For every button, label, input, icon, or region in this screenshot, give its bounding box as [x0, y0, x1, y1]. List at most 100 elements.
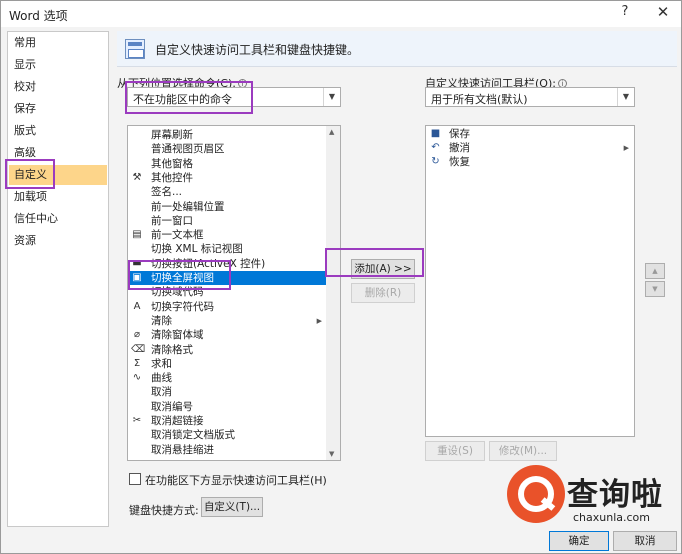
command-icon — [131, 444, 143, 456]
command-item[interactable]: 清除 ▶ — [129, 314, 326, 328]
command-icon — [131, 429, 143, 441]
show-below-ribbon-label: 在功能区下方显示快速访问工具栏(H) — [145, 474, 327, 487]
command-item[interactable]: 切换域代码 — [129, 285, 326, 299]
qat-item-label: 保存 — [449, 128, 470, 140]
qat-list[interactable]: ■ 保存 ↶ 撤消 ▶ ↻ 恢复 — [425, 125, 635, 437]
command-label: 签名... — [151, 186, 183, 199]
command-item[interactable]: 取消悬挂缩进 — [129, 443, 326, 457]
command-item[interactable]: ▣ 切换全屏视图 — [129, 271, 326, 285]
nav-item-3[interactable]: 保存 — [9, 99, 107, 119]
command-icon: ⌀ — [133, 329, 141, 341]
nav-item-9[interactable]: 资源 — [9, 231, 107, 251]
command-icon — [131, 386, 143, 398]
nav-item-7[interactable]: 加载项 — [9, 187, 107, 207]
command-icon — [131, 286, 143, 298]
command-label: 前一文本框 — [151, 229, 204, 242]
command-item[interactable]: ⌀ 清除窗体域 — [129, 328, 326, 342]
command-item[interactable]: 签名... — [129, 185, 326, 199]
remove-button[interactable]: 删除(R) — [351, 283, 415, 303]
watermark-logo: 查询啦 chaxunla.com — [505, 463, 677, 543]
command-label: 普通视图页眉区 — [151, 143, 225, 156]
qat-scope-combo[interactable]: 用于所有文档(默认) ▼ — [425, 87, 635, 107]
qat-item[interactable]: ↶ 撤消 ▶ — [427, 141, 633, 155]
command-item[interactable]: 切换 XML 标记视图 — [129, 242, 326, 256]
commands-list[interactable]: ▲ ▼ 屏幕刷新普通视图页眉区 其他窗格 ⚒ 其他控件 签名... 前一处编辑位置 前一窗口… — [127, 125, 341, 461]
chevron-down-icon[interactable]: ▼ — [323, 88, 340, 106]
command-label: 屏幕刷新 — [151, 129, 193, 141]
nav-item-1[interactable]: 显示 — [9, 55, 107, 75]
command-icon: Σ — [133, 357, 141, 369]
command-icon: ▬ — [132, 257, 142, 269]
modify-button[interactable]: 修改(M)... — [489, 441, 557, 461]
command-item[interactable]: ✂ 取消超链接 — [129, 414, 326, 428]
commands-scrollbar[interactable]: ▲ ▼ — [326, 126, 340, 460]
command-item[interactable]: 前一窗口 — [129, 214, 326, 228]
command-icon — [131, 186, 143, 198]
magnifier-logo-icon — [507, 465, 565, 523]
command-label: 取消悬挂缩进 — [151, 443, 214, 456]
qat-item[interactable]: ↻ 恢复 — [427, 155, 633, 169]
show-below-ribbon-checkbox[interactable] — [129, 473, 141, 485]
command-item[interactable]: 取消编号 — [129, 400, 326, 414]
command-icon: ▤ — [132, 229, 142, 241]
command-item[interactable]: ▤ 前一文本框 — [129, 228, 326, 242]
move-up-button[interactable]: ▲ — [645, 263, 665, 279]
command-item[interactable]: 其他窗格 — [129, 157, 326, 171]
dialog-title: Word 选项 — [9, 9, 68, 23]
command-item[interactable]: A 切换字符代码 — [129, 300, 326, 314]
customize-shortcuts-button[interactable]: 自定义(T)... — [201, 497, 263, 517]
arrow-down-icon: ▼ — [652, 285, 658, 293]
scroll-down-icon[interactable]: ▼ — [329, 450, 334, 458]
qat-item-label: 恢复 — [449, 156, 470, 168]
command-item[interactable]: ▬ 切换按钮(ActiveX 控件) — [129, 257, 326, 271]
command-item[interactable]: 屏幕刷新 — [129, 128, 326, 142]
nav-item-0[interactable]: 常用 — [9, 33, 107, 53]
options-nav: 常用 显示 校对 保存 版式 高级 自定义 加载项 信任中心 资源 — [7, 31, 109, 527]
choose-commands-value: 不在功能区中的命令 — [133, 93, 232, 106]
command-item[interactable]: 前一处编辑位置 — [129, 200, 326, 214]
command-label: 清除格式 — [151, 343, 193, 356]
scroll-up-icon[interactable]: ▲ — [329, 128, 334, 136]
toolbar-icon — [125, 39, 145, 59]
command-item[interactable]: 取消 — [129, 385, 326, 399]
command-label: 取消锁定文档版式 — [151, 429, 235, 442]
command-label: 清除窗体域 — [151, 329, 204, 342]
command-label: 取消编号 — [151, 400, 193, 413]
nav-item-2[interactable]: 校对 — [9, 77, 107, 97]
choose-commands-combo[interactable]: 不在功能区中的命令 ▼ — [127, 87, 341, 107]
nav-item-4[interactable]: 版式 — [9, 121, 107, 141]
command-item[interactable]: ∿ 曲线 — [129, 371, 326, 385]
command-label: 其他窗格 — [151, 157, 193, 170]
command-icon — [131, 158, 143, 170]
command-icon — [131, 401, 143, 413]
command-icon — [131, 129, 143, 141]
customize-pane: 自定义快速访问工具栏和键盘快捷键。 从下列位置选择命令(C): i 不在功能区中的… — [117, 31, 679, 527]
command-icon: A — [133, 300, 141, 312]
save-icon: ■ — [430, 128, 441, 139]
move-down-button[interactable]: ▼ — [645, 281, 665, 297]
command-icon — [131, 201, 143, 213]
command-label: 切换域代码 — [151, 286, 204, 299]
add-button[interactable]: 添加(A) >> — [351, 259, 415, 279]
reset-button[interactable]: 重设(S) — [425, 441, 485, 461]
qat-item[interactable]: ■ 保存 — [427, 127, 633, 141]
command-icon: ✂ — [132, 415, 142, 426]
command-icon: ∿ — [132, 372, 142, 384]
command-item[interactable]: ⌫ 清除格式 — [129, 343, 326, 357]
command-icon — [131, 215, 143, 227]
command-label: 求和 — [151, 357, 172, 370]
command-item[interactable]: 普通视图页眉区 — [129, 142, 326, 156]
pane-header-text: 自定义快速访问工具栏和键盘快捷键。 — [155, 43, 360, 57]
qat-item-label: 撤消 — [449, 142, 470, 154]
nav-item-8[interactable]: 信任中心 — [9, 209, 107, 229]
command-item[interactable]: 取消锁定文档版式 — [129, 428, 326, 442]
command-label: 切换字符代码 — [151, 300, 214, 313]
command-item[interactable]: Σ 求和 — [129, 357, 326, 371]
keyboard-shortcuts-label: 键盘快捷方式: — [129, 504, 199, 517]
help-button[interactable]: ? — [613, 4, 637, 24]
command-item[interactable]: ⚒ 其他控件 — [129, 171, 326, 185]
nav-item-5[interactable]: 高级 — [9, 143, 107, 163]
close-button[interactable]: ✕ — [651, 3, 675, 23]
nav-item-6[interactable]: 自定义 — [9, 165, 107, 185]
chevron-down-icon[interactable]: ▼ — [617, 88, 634, 106]
